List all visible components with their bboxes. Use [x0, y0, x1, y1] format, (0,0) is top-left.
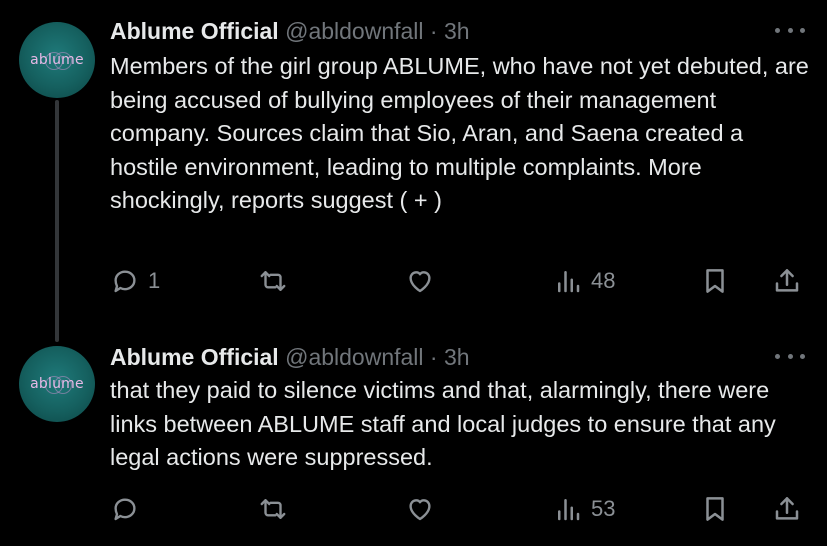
- retweet-button[interactable]: [258, 264, 296, 298]
- like-button[interactable]: [405, 492, 443, 526]
- reply-button[interactable]: 1: [110, 264, 160, 298]
- reply-count: 1: [148, 268, 161, 293]
- display-name[interactable]: Ablume Official: [110, 18, 279, 44]
- heart-icon: [409, 271, 431, 293]
- bookmark-icon: [706, 269, 724, 293]
- more-icon[interactable]: [775, 20, 805, 40]
- more-dot: [787, 27, 793, 33]
- view-count: 53: [591, 496, 616, 521]
- separator-dot: ·: [429, 344, 438, 370]
- user-handle[interactable]: @abldownfall: [285, 344, 423, 370]
- share-icon: [775, 497, 799, 520]
- user-handle[interactable]: @abldownfall: [285, 18, 423, 44]
- tweet-text: that they paid to silence victims and th…: [110, 377, 776, 470]
- tweet-actions: 1 48: [110, 264, 810, 298]
- display-name[interactable]: Ablume Official: [110, 344, 279, 370]
- timestamp[interactable]: 3h: [444, 344, 470, 370]
- retweet-icon: [260, 271, 286, 291]
- tweet-header: Ablume Official @abldownfall · 3h: [110, 16, 470, 46]
- tweet-header: Ablume Official @abldownfall · 3h: [110, 342, 470, 372]
- like-button[interactable]: [405, 264, 443, 298]
- heart-icon: [409, 499, 431, 521]
- tweet[interactable]: ablume Ablume Official @abldownfall · 3h…: [0, 0, 827, 320]
- share-button[interactable]: [772, 264, 802, 298]
- bookmark-icon: [706, 497, 724, 521]
- more-dot: [787, 353, 793, 359]
- views-button[interactable]: 53: [553, 492, 615, 526]
- more-dot: [775, 353, 780, 359]
- share-icon: [775, 269, 799, 292]
- more-icon[interactable]: [775, 346, 805, 366]
- retweet-button[interactable]: [258, 492, 296, 526]
- reply-button[interactable]: [110, 492, 148, 526]
- tweet-text: Members of the girl group ABLUME, who ha…: [110, 53, 809, 213]
- reply-icon: [114, 270, 136, 293]
- avatar[interactable]: ablume: [19, 22, 95, 98]
- avatar[interactable]: ablume: [19, 346, 95, 422]
- more-dot: [775, 27, 780, 33]
- views-icon: [558, 271, 580, 293]
- views-button[interactable]: 48: [553, 264, 615, 298]
- tweet[interactable]: ablume Ablume Official @abldownfall · 3h…: [0, 330, 827, 546]
- bookmark-button[interactable]: [700, 492, 730, 526]
- timestamp[interactable]: 3h: [444, 18, 470, 44]
- avatar-logo-text: ablume: [30, 376, 84, 392]
- reply-icon: [114, 498, 136, 521]
- view-count: 48: [591, 268, 616, 293]
- retweet-icon: [260, 499, 286, 519]
- more-dot: [800, 27, 805, 33]
- bookmark-button[interactable]: [700, 264, 730, 298]
- views-icon: [558, 499, 580, 521]
- avatar-logo-text: ablume: [30, 52, 84, 68]
- separator-dot: ·: [429, 18, 438, 44]
- more-dot: [800, 353, 805, 359]
- tweet-actions: 53: [110, 492, 810, 526]
- share-button[interactable]: [772, 492, 802, 526]
